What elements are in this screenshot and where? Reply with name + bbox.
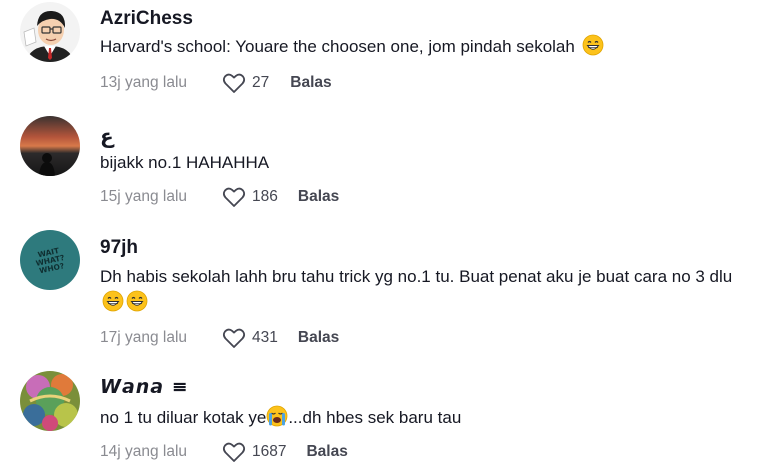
like-count: 431 — [252, 329, 278, 346]
comment-text: Harvard's school: Youare the choosen one… — [100, 34, 760, 60]
comment-text-body: Dh habis sekolah lahh bru tahu trick yg … — [100, 267, 733, 286]
avatar-sunset-image — [20, 116, 80, 176]
heart-icon — [222, 442, 246, 462]
reply-button[interactable]: Balas — [298, 188, 339, 206]
reply-button[interactable]: Balas — [306, 443, 347, 461]
like-button[interactable]: 1687 — [222, 441, 286, 463]
heart-icon — [222, 187, 246, 207]
comment-meta: 14j yang lalu 1687 Balas — [100, 440, 348, 464]
like-count: 186 — [252, 188, 278, 205]
avatar[interactable] — [20, 116, 80, 176]
like-button[interactable]: 431 — [222, 327, 278, 349]
comment-text-body: Harvard's school: Youare the choosen one… — [100, 37, 575, 56]
crying-face-emoji-icon — [266, 405, 288, 427]
comment-username[interactable]: 𝙒𝙖𝙣𝙖 ≡ — [100, 376, 189, 398]
comment-meta: 17j yang lalu 431 Balas — [100, 326, 339, 350]
comment-timestamp: 13j yang lalu — [100, 74, 188, 91]
comment-username[interactable]: 97jh — [100, 237, 138, 259]
reply-button[interactable]: Balas — [290, 74, 331, 92]
heart-icon — [222, 328, 246, 348]
reply-button[interactable]: Balas — [298, 329, 339, 347]
comment-text-after: ...dh hbes sek baru tau — [288, 408, 462, 427]
like-count: 27 — [252, 74, 270, 91]
avatar-colorful-image — [20, 371, 80, 431]
comment-text: Dh habis sekolah lahh bru tahu trick yg … — [100, 264, 760, 316]
comment-meta: 15j yang lalu 186 Balas — [100, 185, 339, 209]
comment-text-body: bijakk no.1 HAHAHHA — [100, 153, 270, 172]
like-button[interactable]: 27 — [222, 72, 269, 94]
like-button[interactable]: 186 — [222, 186, 278, 208]
comment-timestamp: 15j yang lalu — [100, 188, 188, 205]
comment-timestamp: 14j yang lalu — [100, 443, 188, 460]
avatar-text-image: WAIT WHAT? WHO? — [20, 230, 80, 290]
comment-meta: 13j yang lalu 27 Balas — [100, 71, 332, 95]
grinning-face-emoji-icon — [102, 290, 124, 312]
like-count: 1687 — [252, 443, 287, 460]
comment-timestamp: 17j yang lalu — [100, 329, 188, 346]
grinning-face-emoji-icon — [126, 290, 148, 312]
comment-text: bijakk no.1 HAHAHHA — [100, 150, 760, 176]
avatar[interactable]: WAIT WHAT? WHO? — [20, 230, 80, 290]
comment-username[interactable]: ع — [100, 124, 114, 149]
grinning-face-emoji-icon — [582, 34, 603, 56]
heart-icon — [222, 73, 246, 93]
comment-text-before: no 1 tu diluar kotak ye — [100, 408, 267, 427]
avatar-cartoon-image — [20, 2, 80, 62]
avatar[interactable] — [20, 2, 80, 62]
comment-text: no 1 tu diluar kotak ye ...dh hbes sek b… — [100, 405, 760, 431]
comment-username[interactable]: AzriChess — [100, 8, 193, 30]
avatar[interactable] — [20, 371, 80, 431]
